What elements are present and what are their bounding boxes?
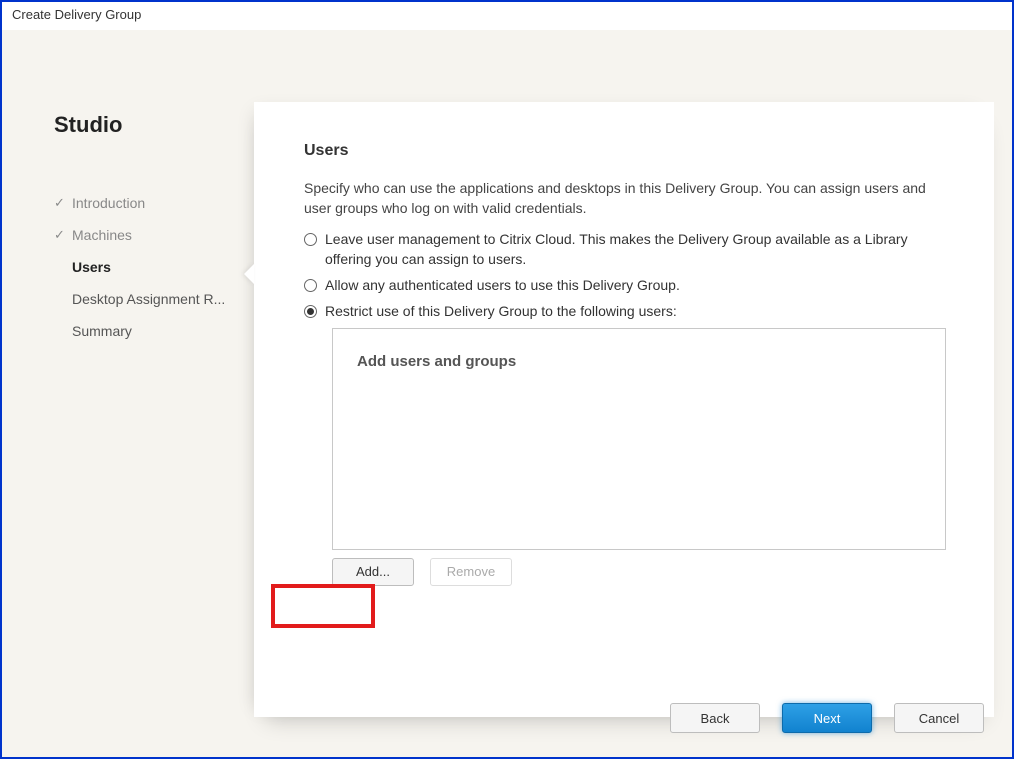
- wizard-body: Studio ✓ Introduction ✓ Machines ✓ Users…: [2, 30, 1012, 757]
- panel-description: Specify who can use the applications and…: [304, 178, 946, 219]
- users-box-placeholder: Add users and groups: [357, 353, 921, 370]
- step-label: Machines: [72, 227, 132, 243]
- step-users[interactable]: ✓ Users: [54, 257, 234, 277]
- window-title: Create Delivery Group: [2, 2, 1012, 30]
- dialog-window: Create Delivery Group Studio ✓ Introduct…: [0, 0, 1014, 759]
- highlight-annotation: [271, 584, 375, 628]
- cancel-button[interactable]: Cancel: [894, 703, 984, 733]
- remove-button: Remove: [430, 558, 512, 586]
- radio-icon: [304, 279, 317, 292]
- step-desktop-assignment[interactable]: ✓ Desktop Assignment R...: [54, 289, 234, 309]
- sidebar: Studio ✓ Introduction ✓ Machines ✓ Users…: [2, 30, 254, 757]
- radio-option-restrict[interactable]: Restrict use of this Delivery Group to t…: [304, 301, 946, 321]
- next-button[interactable]: Next: [782, 703, 872, 733]
- step-label: Summary: [72, 323, 132, 339]
- step-label: Introduction: [72, 195, 145, 211]
- check-icon: ✓: [54, 195, 72, 211]
- step-machines[interactable]: ✓ Machines: [54, 225, 234, 245]
- radio-label: Leave user management to Citrix Cloud. T…: [325, 229, 946, 270]
- radio-option-authenticated[interactable]: Allow any authenticated users to use thi…: [304, 275, 946, 295]
- wizard-footer-buttons: Back Next Cancel: [670, 703, 984, 733]
- wizard-steps-list: ✓ Introduction ✓ Machines ✓ Users ✓ Desk…: [54, 193, 234, 341]
- app-name-label: Studio: [54, 112, 234, 138]
- add-button[interactable]: Add...: [332, 558, 414, 586]
- panel-heading: Users: [304, 142, 946, 160]
- main-panel: Users Specify who can use the applicatio…: [254, 102, 994, 717]
- radio-label: Allow any authenticated users to use thi…: [325, 275, 680, 295]
- step-summary[interactable]: ✓ Summary: [54, 321, 234, 341]
- users-list-box[interactable]: Add users and groups: [332, 328, 946, 550]
- users-box-buttons: Add... Remove: [332, 558, 946, 586]
- step-introduction[interactable]: ✓ Introduction: [54, 193, 234, 213]
- step-label: Users: [72, 259, 111, 275]
- check-icon: ✓: [54, 227, 72, 243]
- back-button[interactable]: Back: [670, 703, 760, 733]
- step-label: Desktop Assignment R...: [72, 291, 225, 307]
- radio-label: Restrict use of this Delivery Group to t…: [325, 301, 677, 321]
- radio-icon: [304, 305, 317, 318]
- radio-option-citrix-cloud[interactable]: Leave user management to Citrix Cloud. T…: [304, 229, 946, 270]
- radio-icon: [304, 233, 317, 246]
